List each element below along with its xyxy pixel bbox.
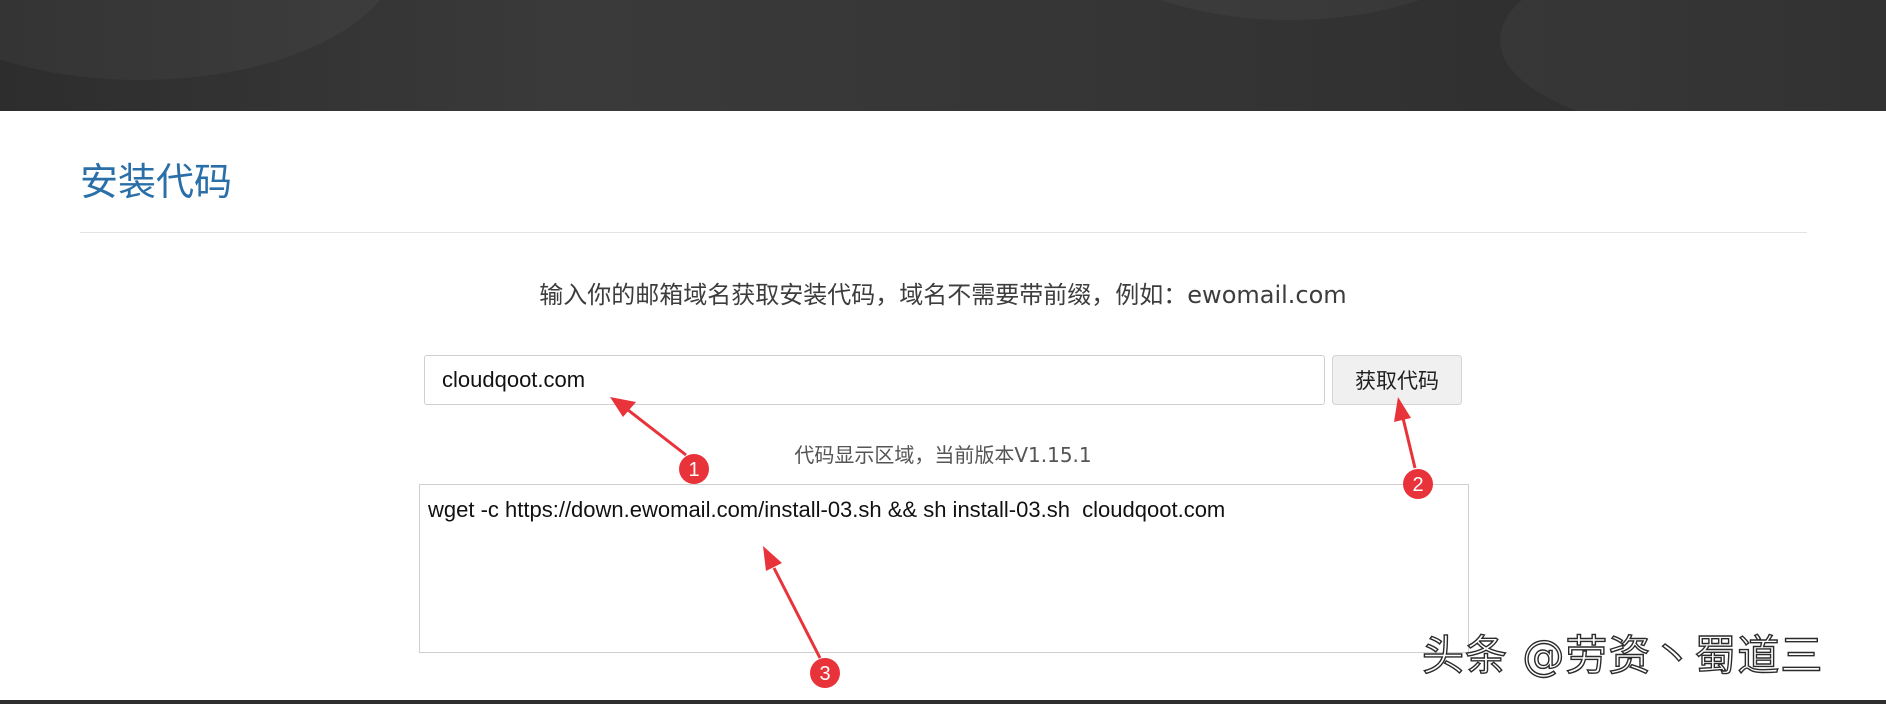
code-output[interactable]: wget -c https://down.ewomail.com/install… — [419, 484, 1469, 653]
annotation-marker-3: 3 — [810, 658, 840, 688]
domain-input[interactable] — [424, 355, 1325, 405]
instruction-text: 输入你的邮箱域名获取安装代码，域名不需要带前缀，例如：ewomail.com — [539, 281, 1347, 309]
bottom-bar — [0, 700, 1886, 704]
get-code-button[interactable]: 获取代码 — [1332, 355, 1462, 405]
title-divider — [80, 232, 1807, 233]
page: 安装代码 输入你的邮箱域名获取安装代码，域名不需要带前缀，例如：ewomail.… — [0, 0, 1886, 704]
code-area-label: 代码显示区域，当前版本V1.15.1 — [794, 443, 1092, 467]
watermark: 头条 @劳资丶蜀道三 — [1421, 630, 1824, 680]
page-title: 安装代码 — [80, 160, 233, 204]
annotation-marker-3-label: 3 — [819, 663, 830, 685]
top-banner — [0, 0, 1886, 111]
